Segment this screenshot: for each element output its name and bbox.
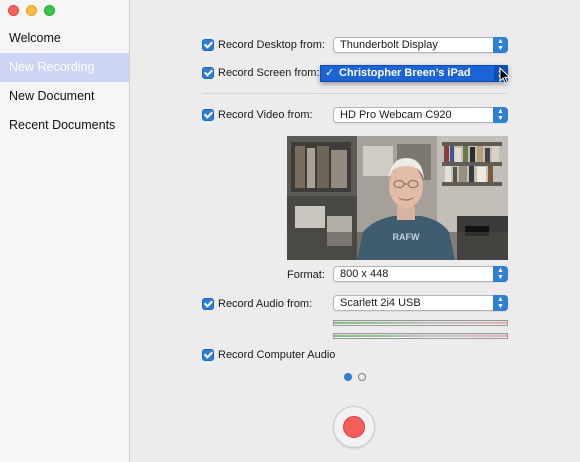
screen-source-option[interactable]: Christopher Breen’s iPad <box>339 67 471 80</box>
shirt-text: RAFW <box>393 232 420 242</box>
page-indicator <box>344 373 366 381</box>
record-audio-row: Record Audio from: <box>202 298 312 310</box>
sidebar-item-new-recording[interactable]: New Recording <box>0 53 129 82</box>
desktop-source-select[interactable]: Thunderbolt Display ▲ ▼ <box>333 37 508 53</box>
sidebar-item-recent-documents[interactable]: Recent Documents <box>0 111 129 140</box>
minimize-window-button[interactable] <box>26 5 37 16</box>
audio-level-meter-left <box>333 320 508 326</box>
record-audio-checkbox[interactable] <box>202 298 214 310</box>
record-video-checkbox[interactable] <box>202 109 214 121</box>
record-video-row: Record Video from: <box>202 109 313 121</box>
record-screen-label: Record Screen from: <box>218 67 320 79</box>
window-controls <box>8 5 55 16</box>
section-divider <box>202 93 508 94</box>
sidebar: Welcome New Recording New Document Recen… <box>0 0 130 462</box>
up-down-chevron-icon: ▲▼ <box>493 107 508 123</box>
webcam-preview-image: RAFW <box>287 136 508 260</box>
up-down-chevron-icon: ▲▼ <box>493 266 508 282</box>
up-down-chevron-icon: ▲▼ <box>493 37 508 53</box>
recording-panel: Record Desktop from: Thunderbolt Display… <box>130 0 580 462</box>
page-dot-2[interactable] <box>358 373 366 381</box>
record-computer-audio-row: Record Computer Audio <box>202 349 335 361</box>
record-video-label: Record Video from: <box>218 109 313 121</box>
format-row: Format: <box>287 269 325 281</box>
audio-source-select[interactable]: Scarlett 2i4 USB ▲ ▼ <box>333 295 508 311</box>
sidebar-item-new-document[interactable]: New Document <box>0 82 129 111</box>
sidebar-item-welcome[interactable]: Welcome <box>0 24 129 53</box>
record-button[interactable] <box>333 406 375 448</box>
video-source-select[interactable]: HD Pro Webcam C920 ▲ ▼ <box>333 107 508 123</box>
video-source-value: HD Pro Webcam C920 <box>340 109 452 121</box>
format-value: 800 x 448 <box>340 268 389 280</box>
app-window: Welcome New Recording New Document Recen… <box>0 0 580 462</box>
checkmark-icon: ✓ <box>325 67 335 79</box>
screen-source-menu[interactable]: ✓ Christopher Breen’s iPad ▲▼ <box>320 65 508 82</box>
audio-level-meter-right <box>333 333 508 339</box>
record-screen-row: Record Screen from: <box>202 67 319 79</box>
record-icon <box>343 416 365 438</box>
page-dot-1[interactable] <box>344 373 352 381</box>
record-desktop-label: Record Desktop from: <box>218 39 325 51</box>
sidebar-nav: Welcome New Recording New Document Recen… <box>0 24 129 140</box>
record-desktop-row: Record Desktop from: <box>202 39 325 51</box>
up-down-chevron-icon: ▲▼ <box>493 295 508 311</box>
close-window-button[interactable] <box>8 5 19 16</box>
record-desktop-checkbox[interactable] <box>202 39 214 51</box>
record-screen-checkbox[interactable] <box>202 67 214 79</box>
camera-preview: RAFW <box>287 136 508 260</box>
record-audio-label: Record Audio from: <box>218 298 313 310</box>
audio-source-value: Scarlett 2i4 USB <box>340 297 421 309</box>
mouse-pointer-icon <box>499 67 511 85</box>
record-computer-audio-label: Record Computer Audio <box>218 349 336 361</box>
format-label: Format: <box>287 269 325 281</box>
format-select[interactable]: 800 x 448 ▲ ▼ <box>333 266 508 282</box>
desktop-source-value: Thunderbolt Display <box>340 39 438 51</box>
zoom-window-button[interactable] <box>44 5 55 16</box>
record-computer-audio-checkbox[interactable] <box>202 349 214 361</box>
